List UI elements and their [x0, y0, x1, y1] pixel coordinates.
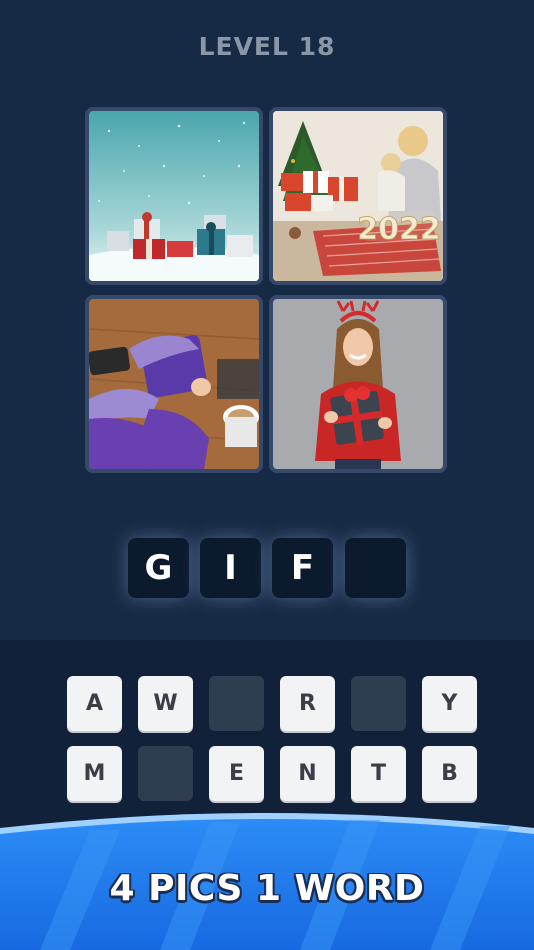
pictures-grid: 2022	[85, 107, 449, 475]
snowy-gifts-image	[89, 111, 259, 281]
answer-slot-4[interactable]	[345, 538, 406, 598]
letter-key[interactable]: Y	[422, 676, 477, 731]
letter-key[interactable]: T	[351, 746, 406, 801]
wrapping-gift-picture[interactable]	[85, 295, 263, 473]
answer-slot-1[interactable]: G	[128, 538, 189, 598]
christmas-family-picture[interactable]: 2022	[269, 107, 447, 285]
christmas-family-image: 2022	[273, 111, 443, 281]
snowy-gifts-picture[interactable]	[85, 107, 263, 285]
letter-key[interactable]: E	[209, 746, 264, 801]
year-caption: 2022	[357, 212, 441, 247]
game-area: LEVEL 18 2022 G I F	[0, 0, 534, 640]
letter-key[interactable]: N	[280, 746, 335, 801]
letter-key[interactable]: R	[280, 676, 335, 731]
level-title: LEVEL 18	[198, 32, 336, 61]
app-title: 4 PICS 1 WORD	[109, 868, 425, 909]
used-letter-key	[209, 676, 264, 731]
app-banner: 4 PICS 1 WORD	[0, 810, 534, 950]
letter-key[interactable]: W	[138, 676, 193, 731]
woman-with-gift-picture[interactable]	[269, 295, 447, 473]
used-letter-key	[351, 676, 406, 731]
answer-slots: G I F	[128, 538, 406, 598]
letter-key[interactable]: A	[67, 676, 122, 731]
used-letter-key	[138, 746, 193, 801]
wrapping-gift-image	[89, 299, 259, 469]
woman-with-gift-image	[273, 299, 443, 469]
answer-slot-3[interactable]: F	[272, 538, 333, 598]
letter-key[interactable]: M	[67, 746, 122, 801]
answer-slot-2[interactable]: I	[200, 538, 261, 598]
letter-key[interactable]: B	[422, 746, 477, 801]
